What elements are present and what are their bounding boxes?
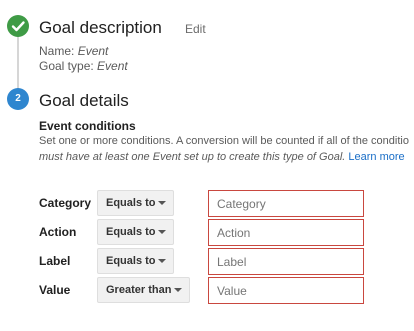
conditions-description-line-1: Set one or more conditions. A conversion… bbox=[39, 135, 409, 147]
conditions-description-line-2: must have at least one Event set up to c… bbox=[39, 151, 405, 163]
condition-label-category: Category bbox=[39, 196, 92, 210]
goal-details-title: Goal details bbox=[39, 91, 129, 110]
category-input[interactable] bbox=[208, 190, 364, 217]
conditions-description-text: must have at least one Event set up to c… bbox=[39, 151, 346, 163]
category-operator-value: Equals to bbox=[106, 197, 156, 209]
caret-down-icon bbox=[174, 288, 182, 292]
goal-name-label: Name: bbox=[39, 44, 75, 58]
event-conditions-heading: Event conditions bbox=[39, 119, 136, 133]
caret-down-icon bbox=[158, 259, 166, 263]
condition-label-label: Label bbox=[39, 254, 71, 268]
category-operator-dropdown[interactable]: Equals to bbox=[97, 190, 174, 216]
goal-name-line: Name: Event bbox=[39, 44, 108, 58]
learn-more-link[interactable]: Learn more bbox=[348, 151, 404, 163]
label-operator-dropdown[interactable]: Equals to bbox=[97, 248, 174, 274]
goal-type-label: Goal type: bbox=[39, 59, 94, 73]
label-input[interactable] bbox=[208, 248, 364, 275]
goal-name-value: Event bbox=[77, 44, 109, 58]
edit-goal-description-link[interactable]: Edit bbox=[185, 22, 206, 36]
caret-down-icon bbox=[158, 230, 166, 234]
step-connector-line bbox=[17, 36, 19, 89]
goal-description-title: Goal description bbox=[39, 18, 162, 37]
action-input[interactable] bbox=[208, 219, 364, 246]
condition-label-action: Action bbox=[39, 225, 77, 239]
goal-type-value: Event bbox=[97, 59, 128, 73]
value-operator-value: Greater than bbox=[106, 284, 172, 296]
value-input[interactable] bbox=[208, 277, 364, 304]
action-operator-value: Equals to bbox=[106, 226, 156, 238]
caret-down-icon bbox=[158, 201, 166, 205]
step-complete-check-icon bbox=[7, 15, 29, 37]
value-operator-dropdown[interactable]: Greater than bbox=[97, 277, 190, 303]
condition-label-value: Value bbox=[39, 283, 71, 297]
label-operator-value: Equals to bbox=[106, 255, 156, 267]
goal-setup-panel: Goal description Edit Name: Event Goal t… bbox=[0, 0, 414, 331]
step-number-badge: 2 bbox=[7, 88, 29, 110]
action-operator-dropdown[interactable]: Equals to bbox=[97, 219, 174, 245]
goal-type-line: Goal type: Event bbox=[39, 59, 128, 73]
